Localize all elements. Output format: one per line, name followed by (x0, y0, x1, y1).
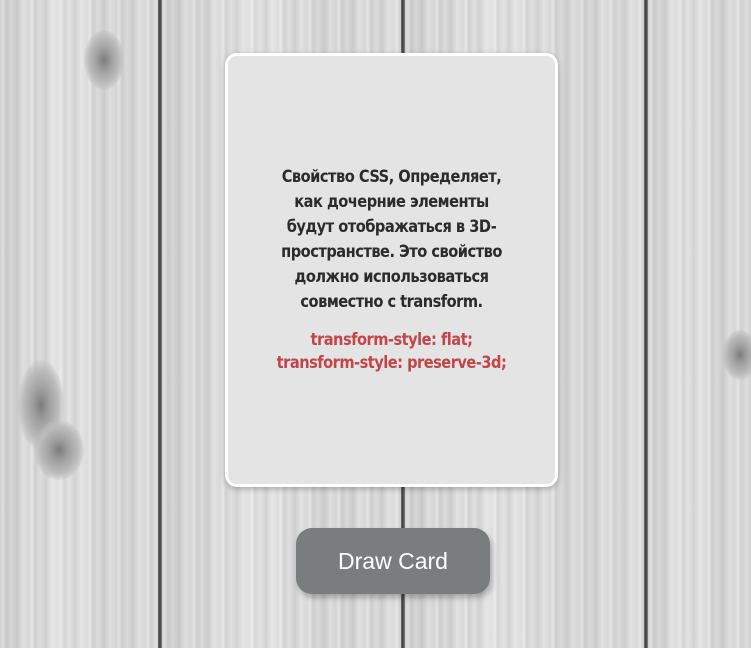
wood-knot (722, 330, 751, 380)
draw-card-button[interactable]: Draw Card (296, 528, 490, 594)
wood-plank (648, 0, 751, 648)
flash-card: Свойство CSS, Определяет, как дочерние э… (225, 53, 558, 487)
card-description: Свойство CSS, Определяет, как дочерние э… (281, 167, 502, 312)
wood-knot (84, 30, 124, 90)
card-code-example: transform-style: flat; transform-style: … (276, 330, 507, 373)
wood-knot (34, 420, 84, 480)
wood-plank (0, 0, 160, 648)
